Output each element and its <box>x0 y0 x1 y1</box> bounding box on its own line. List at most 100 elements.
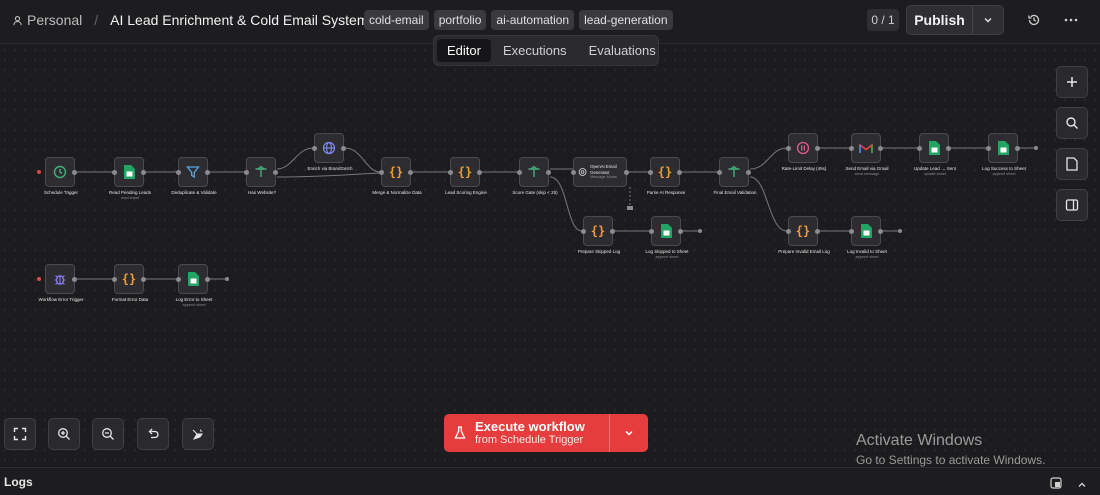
output-port[interactable] <box>141 277 146 282</box>
output-port[interactable] <box>72 170 77 175</box>
tag[interactable]: portfolio <box>433 10 487 30</box>
node-update-lead[interactable] <box>917 133 951 163</box>
output-port[interactable] <box>1015 146 1020 151</box>
node-format-error-data[interactable]: {} <box>112 264 146 294</box>
fit-view-button[interactable] <box>4 418 36 450</box>
node-log-invalid[interactable] <box>849 216 883 246</box>
output-port[interactable] <box>878 229 883 234</box>
input-port[interactable] <box>112 170 117 175</box>
node-log-error[interactable] <box>176 264 210 294</box>
popout-logs-button[interactable] <box>1050 476 1062 494</box>
node-final-email-validation[interactable] <box>717 157 751 187</box>
end-port[interactable] <box>698 229 702 233</box>
node-schedule-trigger[interactable] <box>45 157 77 187</box>
execute-workflow-button[interactable]: Execute workflow from Schedule Trigger <box>444 414 610 452</box>
input-port[interactable] <box>176 277 181 282</box>
end-port[interactable] <box>898 229 902 233</box>
input-port[interactable] <box>917 146 922 151</box>
expand-logs-button[interactable] <box>1077 477 1087 495</box>
publish-dropdown-button[interactable] <box>973 6 1003 34</box>
input-port[interactable] <box>648 170 653 175</box>
node-log-success[interactable] <box>986 133 1020 163</box>
node-read-pending-leads[interactable] <box>112 157 146 187</box>
node-score-gate[interactable] <box>517 157 551 187</box>
tab-editor[interactable]: Editor <box>437 39 491 62</box>
input-port[interactable] <box>649 229 654 234</box>
input-port[interactable] <box>244 170 249 175</box>
node-log-skipped[interactable] <box>649 216 683 246</box>
logs-panel-bar[interactable]: Logs <box>0 467 1100 495</box>
node-has-website[interactable] <box>244 157 278 187</box>
sticky-note-button[interactable] <box>1056 148 1088 180</box>
node-openai-email-generator[interactable]: OpenAI Email Generator Message Model <box>571 157 629 187</box>
input-port[interactable] <box>176 170 181 175</box>
output-port[interactable] <box>205 277 210 282</box>
output-port[interactable] <box>610 229 615 234</box>
node-lead-scoring[interactable]: {} <box>448 157 482 187</box>
node-send-gmail[interactable] <box>849 133 883 163</box>
output-port[interactable] <box>341 146 346 151</box>
output-port[interactable] <box>946 146 951 151</box>
output-port[interactable] <box>205 170 210 175</box>
output-port[interactable] <box>815 146 820 151</box>
input-port[interactable] <box>786 229 791 234</box>
node-enrich-brandgetch[interactable] <box>312 133 346 163</box>
input-port[interactable] <box>986 146 991 151</box>
input-port[interactable] <box>112 277 117 282</box>
subnode-port[interactable] <box>627 206 633 210</box>
input-port[interactable] <box>581 229 586 234</box>
zoom-out-button[interactable] <box>92 418 124 450</box>
undo-button[interactable] <box>137 418 169 450</box>
end-port[interactable] <box>225 277 229 281</box>
output-port[interactable] <box>677 170 682 175</box>
trigger-indicator <box>37 277 41 281</box>
tab-executions[interactable]: Executions <box>493 39 577 62</box>
execute-dropdown-button[interactable] <box>610 414 648 452</box>
node-title: Log Skipped to Sheet <box>645 249 689 254</box>
output-port[interactable] <box>815 229 820 234</box>
input-port[interactable] <box>717 170 722 175</box>
chevron-down-icon <box>984 18 992 23</box>
output-port[interactable] <box>878 146 883 151</box>
tidy-up-button[interactable] <box>182 418 214 450</box>
search-nodes-button[interactable] <box>1056 107 1088 139</box>
input-port[interactable] <box>571 170 576 175</box>
toggle-panel-button[interactable] <box>1056 189 1088 221</box>
input-port[interactable] <box>448 170 453 175</box>
history-button[interactable] <box>1024 10 1044 30</box>
node-workflow-error-trigger[interactable] <box>45 264 77 294</box>
output-port[interactable] <box>477 170 482 175</box>
add-node-button[interactable] <box>1056 66 1088 98</box>
workflow-canvas[interactable]: Schedule Trigger Read Pending Leads read … <box>0 45 1100 465</box>
end-port[interactable] <box>1034 146 1038 150</box>
node-deduplicate-validate[interactable] <box>176 157 210 187</box>
publish-button[interactable]: Publish <box>907 6 973 34</box>
more-options-button[interactable] <box>1061 10 1081 30</box>
tag[interactable]: ai-automation <box>491 10 575 30</box>
input-port[interactable] <box>849 229 854 234</box>
node-prepare-skipped-log[interactable]: {} <box>581 216 615 246</box>
node-rate-limit-delay[interactable] <box>786 133 820 163</box>
output-port[interactable] <box>141 170 146 175</box>
node-prepare-invalid-log[interactable]: {} <box>786 216 820 246</box>
zoom-in-button[interactable] <box>48 418 80 450</box>
node-parse-ai-response[interactable]: {} <box>648 157 682 187</box>
workspace-link[interactable]: Personal <box>12 12 82 28</box>
input-port[interactable] <box>517 170 522 175</box>
output-port[interactable] <box>624 170 629 175</box>
input-port[interactable] <box>849 146 854 151</box>
node-merge-normalize[interactable]: {} <box>379 157 413 187</box>
input-port[interactable] <box>312 146 317 151</box>
output-port[interactable] <box>408 170 413 175</box>
tag[interactable]: cold-email <box>364 10 429 30</box>
input-port[interactable] <box>379 170 384 175</box>
output-port[interactable] <box>72 277 77 282</box>
tab-evaluations[interactable]: Evaluations <box>579 39 666 62</box>
workflow-title[interactable]: AI Lead Enrichment & Cold Email System <box>110 12 368 28</box>
output-port[interactable] <box>546 170 551 175</box>
input-port[interactable] <box>786 146 791 151</box>
output-port[interactable] <box>678 229 683 234</box>
tag[interactable]: lead-generation <box>579 10 673 30</box>
output-port[interactable] <box>746 170 751 175</box>
output-port[interactable] <box>273 170 278 175</box>
